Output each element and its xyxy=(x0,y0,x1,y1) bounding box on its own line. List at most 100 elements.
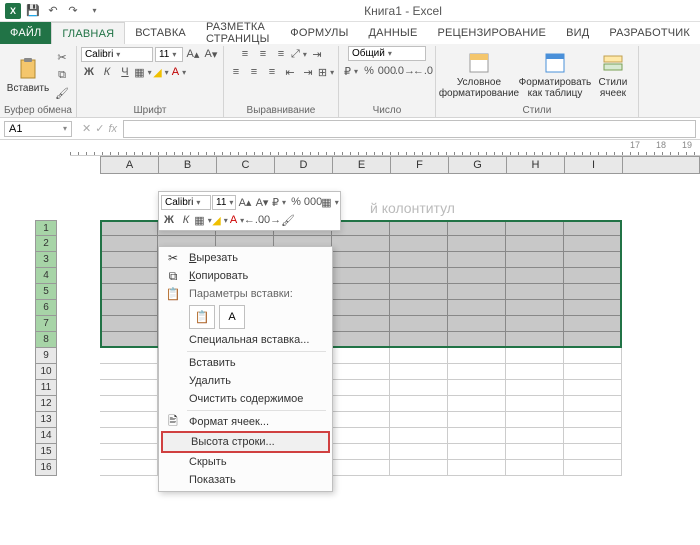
cell[interactable] xyxy=(506,428,564,444)
cell[interactable] xyxy=(448,444,506,460)
ctx-paste-special[interactable]: Специальная вставка... xyxy=(161,331,330,349)
mini-font-color-icon[interactable]: A xyxy=(229,212,245,228)
font-size-select[interactable]: 11 xyxy=(155,47,183,62)
cell[interactable] xyxy=(506,460,564,476)
row-header[interactable]: 16 xyxy=(35,460,57,476)
cell[interactable] xyxy=(100,364,158,380)
align-bottom-icon[interactable]: ≡ xyxy=(273,46,289,62)
cell[interactable] xyxy=(390,236,448,252)
cell[interactable] xyxy=(332,348,390,364)
cell[interactable] xyxy=(332,236,390,252)
cell[interactable] xyxy=(390,284,448,300)
cell[interactable] xyxy=(448,364,506,380)
row-header[interactable]: 6 xyxy=(35,300,57,316)
tab-home[interactable]: ГЛАВНАЯ xyxy=(51,22,125,44)
formula-input[interactable] xyxy=(123,120,696,138)
name-box[interactable]: A1 xyxy=(4,121,72,137)
wrap-text-icon[interactable]: ⇥ xyxy=(309,46,325,62)
mini-inc-decimal-icon[interactable]: .0→ xyxy=(263,212,279,228)
cell[interactable] xyxy=(448,396,506,412)
col-header[interactable]: H xyxy=(507,157,565,173)
cell[interactable] xyxy=(564,236,622,252)
col-header[interactable]: D xyxy=(275,157,333,173)
cell[interactable] xyxy=(390,252,448,268)
font-name-select[interactable]: Calibri xyxy=(81,47,153,62)
cell[interactable] xyxy=(332,396,390,412)
cell[interactable] xyxy=(100,412,158,428)
cell[interactable] xyxy=(100,284,158,300)
copy-icon[interactable]: ⧉ xyxy=(54,67,70,83)
cell[interactable] xyxy=(506,444,564,460)
paste-values-icon[interactable]: A xyxy=(219,305,245,329)
cell[interactable] xyxy=(564,268,622,284)
cell[interactable] xyxy=(390,364,448,380)
cell[interactable] xyxy=(390,332,448,348)
row-header[interactable]: 1 xyxy=(35,220,57,236)
cell[interactable] xyxy=(448,348,506,364)
qat-customize[interactable] xyxy=(84,2,102,20)
save-button[interactable]: 💾 xyxy=(24,2,42,20)
cell[interactable] xyxy=(448,284,506,300)
col-header[interactable]: G xyxy=(449,157,507,173)
accounting-format-icon[interactable]: ₽ xyxy=(343,63,359,79)
indent-decrease-icon[interactable]: ⇤ xyxy=(282,64,298,80)
underline-button[interactable]: Ч xyxy=(117,64,133,80)
cell[interactable] xyxy=(100,460,158,476)
cell[interactable] xyxy=(564,364,622,380)
align-left-icon[interactable]: ≡ xyxy=(228,64,244,80)
cell[interactable] xyxy=(564,348,622,364)
col-header[interactable]: I xyxy=(565,157,623,173)
cell[interactable] xyxy=(390,396,448,412)
cut-icon[interactable]: ✂ xyxy=(54,49,70,65)
cell[interactable] xyxy=(100,428,158,444)
cell[interactable] xyxy=(332,428,390,444)
cell[interactable] xyxy=(564,316,622,332)
cell[interactable] xyxy=(564,252,622,268)
ctx-clear[interactable]: Очистить содержимое xyxy=(161,390,330,408)
row-header[interactable]: 15 xyxy=(35,444,57,460)
align-center-icon[interactable]: ≡ xyxy=(246,64,262,80)
cell[interactable] xyxy=(506,284,564,300)
cell[interactable] xyxy=(390,412,448,428)
cell[interactable] xyxy=(100,300,158,316)
cell[interactable] xyxy=(564,460,622,476)
mini-bold[interactable]: Ж xyxy=(161,212,177,228)
cell[interactable] xyxy=(506,220,564,236)
header-footer-placeholder[interactable]: й колонтитул xyxy=(370,200,455,216)
cell[interactable] xyxy=(448,380,506,396)
align-top-icon[interactable]: ≡ xyxy=(237,46,253,62)
mini-border2-icon[interactable]: ▦ xyxy=(195,212,211,228)
cell[interactable] xyxy=(332,460,390,476)
percent-format-icon[interactable]: % xyxy=(361,63,377,79)
mini-borders-icon[interactable]: ▦ xyxy=(322,194,338,210)
cell[interactable] xyxy=(564,444,622,460)
mini-format-painter-icon[interactable]: 🖌 xyxy=(280,212,296,228)
paste-keep-source-icon[interactable]: 📋 xyxy=(189,305,215,329)
ctx-cut[interactable]: ✂Вырезать xyxy=(161,249,330,267)
cell[interactable] xyxy=(332,268,390,284)
cell[interactable] xyxy=(448,412,506,428)
cell[interactable] xyxy=(332,444,390,460)
cell[interactable] xyxy=(448,428,506,444)
cell[interactable] xyxy=(506,236,564,252)
format-as-table-button[interactable]: Форматировать как таблицу xyxy=(520,47,590,103)
cell[interactable] xyxy=(332,284,390,300)
cell[interactable] xyxy=(390,268,448,284)
cell[interactable] xyxy=(100,252,158,268)
mini-decrease-font-icon[interactable]: A▾ xyxy=(254,194,270,210)
cell[interactable] xyxy=(332,364,390,380)
cell[interactable] xyxy=(564,332,622,348)
col-header[interactable]: C xyxy=(217,157,275,173)
mini-increase-font-icon[interactable]: A▴ xyxy=(237,194,253,210)
cell[interactable] xyxy=(506,348,564,364)
fx-icon[interactable]: fx xyxy=(108,123,117,135)
cell[interactable] xyxy=(332,252,390,268)
col-header[interactable]: E xyxy=(333,157,391,173)
cell[interactable] xyxy=(564,284,622,300)
indent-increase-icon[interactable]: ⇥ xyxy=(300,64,316,80)
cell[interactable] xyxy=(506,300,564,316)
row-header[interactable]: 7 xyxy=(35,316,57,332)
row-header[interactable]: 2 xyxy=(35,236,57,252)
ctx-delete[interactable]: Удалить xyxy=(161,372,330,390)
cell[interactable] xyxy=(100,380,158,396)
